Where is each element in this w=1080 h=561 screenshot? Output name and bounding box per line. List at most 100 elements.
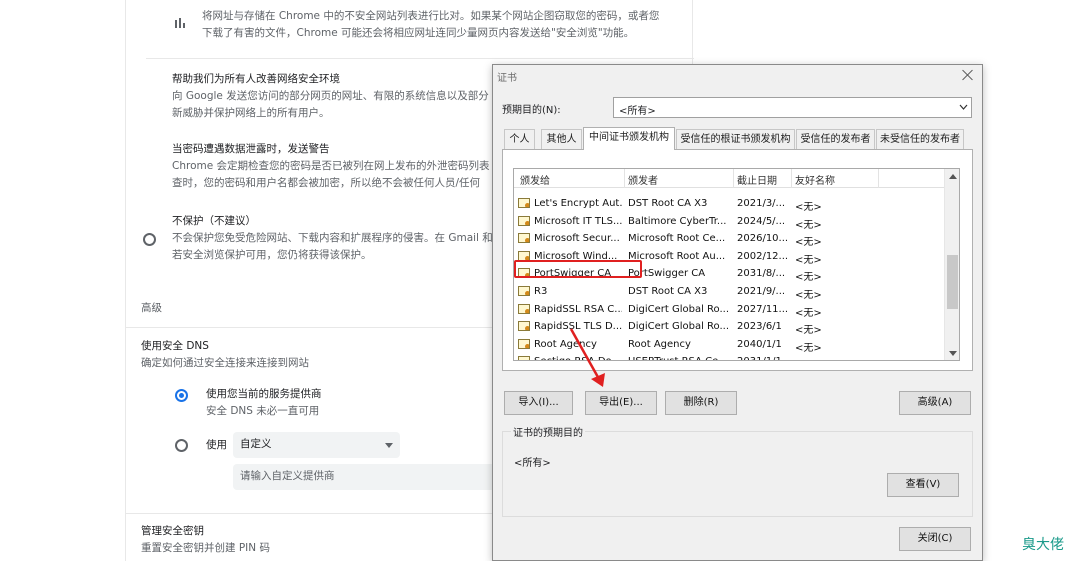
cell-expires: 2002/12... <box>737 250 789 262</box>
manage-keys-desc: 重置安全密钥并创建 PIN 码 <box>141 542 270 554</box>
no-protection-radio[interactable] <box>143 233 156 246</box>
cell-friendly: <无> <box>795 342 822 354</box>
no-protection-desc-1: 不会保护您免受危险网站、下载内容和扩展程序的侵害。在 Gmail 和 <box>172 232 493 244</box>
cell-issued-by: Microsoft Root Ce... <box>628 233 726 245</box>
cell-friendly: <无> <box>795 237 822 249</box>
custom-provider-select[interactable]: 自定义 <box>233 432 400 458</box>
cell-issued-to: Microsoft IT TLS... <box>534 215 622 227</box>
certificates-dialog: 证书 预期目的(N): <所有> 个人 其他人 中间证书颁发机构 受信任的根证书… <box>492 64 983 561</box>
certificate-row[interactable]: Let's Encrypt Aut... DST Root CA X3 2021/3… <box>514 196 945 214</box>
password-leak-desc-1: Chrome 会定期检查您的密码是否已被列在网上发布的外泄密码列表 <box>172 160 490 172</box>
tab-other-people[interactable]: 其他人 <box>541 129 582 149</box>
cell-issued-to: Microsoft Secur... <box>534 233 620 245</box>
scroll-down-arrow-icon[interactable] <box>949 351 957 356</box>
list-scrollbar[interactable] <box>944 169 959 360</box>
certificate-row[interactable]: R3 DST Root CA X3 2021/9/... <无> <box>514 284 945 302</box>
improve-security-title: 帮助我们为所有人改善网络安全环境 <box>172 73 340 85</box>
improve-security-desc-1: 向 Google 发送您访问的部分网页的网址、有限的系统信息以及部分 <box>172 90 489 102</box>
certificate-row[interactable]: Microsoft IT TLS... Baltimore CyberTr... 2… <box>514 214 945 232</box>
purposes-value: <所有> <box>514 458 551 469</box>
cell-expires: 2023/6/1 <box>737 321 782 333</box>
bar-chart-icon <box>175 18 185 28</box>
purpose-select-value: <所有> <box>619 106 656 117</box>
highlight-box <box>514 260 642 278</box>
cell-issued-by: DigiCert Global Ro... <box>628 321 728 333</box>
cell-expires: 2027/11... <box>737 303 789 315</box>
password-leak-title: 当密码遭遇数据泄露时，发送警告 <box>172 143 330 155</box>
cell-issued-by: Baltimore CyberTr... <box>628 215 727 227</box>
certificate-row[interactable]: Microsoft Secur... Microsoft Root Ce... 20… <box>514 231 945 249</box>
custom-provider-input[interactable]: 请输入自定义提供商 <box>233 464 501 490</box>
secure-dns-title: 使用安全 DNS <box>141 340 209 352</box>
column-header-issued-to[interactable]: 颁发给 <box>520 172 550 187</box>
current-provider-desc: 安全 DNS 未必一直可用 <box>206 405 320 417</box>
screen: 将网址与存储在 Chrome 中的不安全网站列表进行比对。如果某个网站企图窃取您… <box>0 0 1080 561</box>
tab-personal[interactable]: 个人 <box>504 129 535 149</box>
custom-provider-placeholder: 请输入自定义提供商 <box>240 470 335 482</box>
certificate-icon <box>518 233 530 244</box>
safe-browsing-desc-1: 将网址与存储在 Chrome 中的不安全网站列表进行比对。如果某个网站企图窃取您… <box>202 10 660 22</box>
manage-keys-title[interactable]: 管理安全密钥 <box>141 523 204 540</box>
cell-issued-by: DST Root CA X3 <box>628 286 708 297</box>
scroll-up-arrow-icon[interactable] <box>949 174 957 179</box>
export-button[interactable]: 导出(E)... <box>585 391 657 415</box>
tab-intermediate-ca[interactable]: 中间证书颁发机构 <box>583 127 675 150</box>
use-label: 使用 <box>206 439 227 451</box>
list-header: 颁发给 颁发者 截止日期 友好名称 <box>514 169 945 188</box>
cell-issued-to: R3 <box>534 286 548 297</box>
cell-friendly: <无> <box>795 219 822 231</box>
certificate-icon <box>518 338 530 349</box>
column-header-issued-by[interactable]: 颁发者 <box>628 172 658 187</box>
cell-expires: 2031/1/1 <box>737 356 789 360</box>
cell-issued-by: DST Root CA X3 <box>628 198 708 209</box>
column-header-expiration[interactable]: 截止日期 <box>737 172 777 187</box>
cell-friendly: <无> <box>795 325 822 337</box>
tab-trusted-publishers[interactable]: 受信任的发布者 <box>796 129 875 149</box>
cell-issued-to: RapidSSL RSA C... <box>534 303 622 315</box>
secure-dns-desc: 确定如何通过安全连接来连接到网站 <box>141 357 309 369</box>
cell-expires: 2024/5/... <box>737 215 786 227</box>
column-separator <box>624 169 625 188</box>
cell-friendly: <无> <box>795 254 822 266</box>
cell-expires: 2040/1/1 <box>737 338 782 350</box>
password-leak-desc-2: 查时，您的密码和用户名都会被加密，所以绝不会被任何人员/任何 <box>172 177 481 189</box>
delete-button[interactable]: 删除(R) <box>665 391 737 415</box>
dropdown-caret-icon <box>385 443 393 448</box>
purpose-select[interactable]: <所有> <box>613 97 972 118</box>
cell-expires: 2021/3/... <box>737 198 786 209</box>
close-button[interactable]: 关闭(C) <box>899 527 971 551</box>
import-button[interactable]: 导入(I)... <box>504 391 573 415</box>
scrollbar-thumb[interactable] <box>947 255 958 309</box>
cell-expires: 2026/10... <box>737 233 789 245</box>
column-header-friendly-name[interactable]: 友好名称 <box>795 172 835 187</box>
advanced-button[interactable]: 高级(A) <box>899 391 971 415</box>
cell-expires: 2021/9/... <box>737 286 786 297</box>
cell-issued-by: PortSwigger CA <box>628 268 706 280</box>
cell-issued-by: USERTrust RSA Ce... <box>628 356 728 360</box>
custom-provider-radio[interactable] <box>175 439 188 452</box>
cell-friendly: <无> <box>795 202 822 213</box>
close-icon[interactable] <box>960 67 976 83</box>
cell-friendly: <无> <box>795 290 822 301</box>
column-separator <box>791 169 792 188</box>
current-provider-radio[interactable] <box>175 389 188 402</box>
cell-friendly: <无> <box>795 307 822 319</box>
certificate-icon <box>518 198 530 208</box>
current-provider-title: 使用您当前的服务提供商 <box>206 388 322 400</box>
cell-friendly: <无> <box>795 272 822 284</box>
certificate-icon <box>518 356 530 360</box>
purposes-group-label: 证书的预期目的 <box>511 424 585 439</box>
column-separator <box>733 169 734 188</box>
safe-browsing-desc-2: 下载了有害的文件，Chrome 可能还会将相应网址连同少量网页内容发送给"安全浏… <box>202 27 635 39</box>
cell-expires: 2031/8/... <box>737 268 786 280</box>
cell-issued-by: DigiCert Global Ro... <box>628 303 728 315</box>
certificate-icon <box>518 286 530 296</box>
divider <box>146 58 694 59</box>
advanced-section-heading: 高级 <box>141 302 162 314</box>
view-button[interactable]: 查看(V) <box>887 473 959 497</box>
certificate-icon <box>518 321 530 332</box>
tab-trusted-root-ca[interactable]: 受信任的根证书颁发机构 <box>676 129 795 149</box>
tab-untrusted-publishers[interactable]: 未受信任的发布者 <box>876 129 964 149</box>
purpose-label: 预期目的(N): <box>502 105 561 116</box>
certificate-row[interactable]: RapidSSL RSA C... DigiCert Global Ro... 20… <box>514 302 945 320</box>
